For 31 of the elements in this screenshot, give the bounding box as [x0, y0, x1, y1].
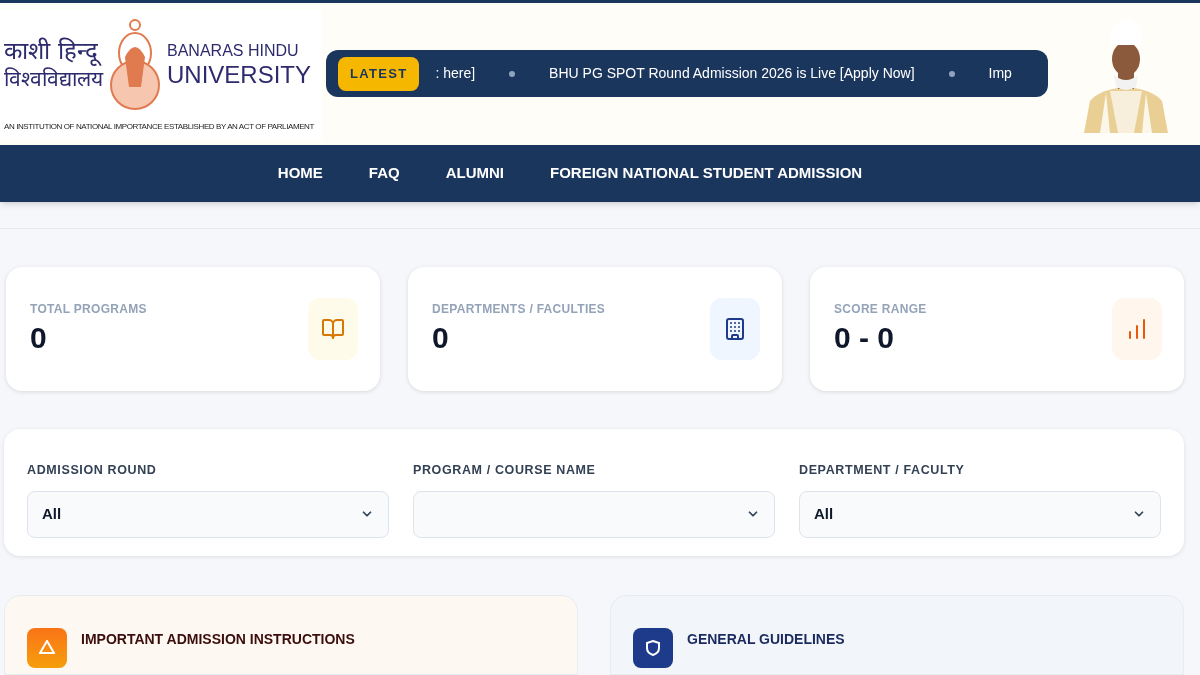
stat-value: 0 — [432, 319, 450, 356]
stat-label: DEPARTMENTS / FACULTIES — [432, 300, 606, 318]
nav-link[interactable]: FAQ — [368, 161, 400, 185]
stat-value: 0 — [30, 319, 48, 356]
card-title: IMPORTANT ADMISSION INSTRUCTIONS — [81, 630, 355, 649]
dropdown-value: All — [814, 503, 834, 524]
stat-value: 0 - 0 — [834, 319, 896, 356]
dropdown-select[interactable]: All — [27, 490, 389, 538]
dropdown-select[interactable]: All — [799, 490, 1161, 538]
latest-badge: LATEST — [338, 57, 420, 91]
warning-icon — [27, 628, 67, 668]
logo-hindi-text: विश्वविद्यालय — [4, 66, 103, 94]
stat-label: TOTAL PROGRAMS — [30, 300, 147, 318]
filter-label: DEPARTMENT / FACULTY — [799, 461, 966, 479]
nav-link[interactable]: FOREIGN NATIONAL STUDENT ADMISSION — [549, 161, 863, 185]
stat-label: SCORE RANGE — [834, 300, 927, 318]
filter-label: ADMISSION ROUND — [27, 461, 158, 479]
nav-link[interactable]: HOME — [277, 161, 323, 185]
logo-english-text: UNIVERSITY — [167, 63, 312, 88]
dropdown-value: All — [42, 503, 62, 524]
logo-tagline: AN INSTITUTION OF NATIONAL IMPORTANCE ESTABLISHED BY AN ACT OF PARLIAMENT — [4, 121, 315, 133]
logo-english-text: BANARAS HINDU — [167, 43, 300, 60]
filter-label: PROGRAM / COURSE NAME — [413, 461, 597, 479]
logo-hindi-text: काशी हिन्दू — [4, 37, 103, 66]
ticker-text[interactable]: BHU PG SPOT Round Admission 2026 is Live [Apply Now] — [549, 63, 915, 85]
card-title: GENERAL GUIDELINES — [687, 630, 845, 649]
shield-icon — [633, 628, 673, 668]
nav-link[interactable]: ALUMNI — [445, 161, 504, 185]
dropdown-select[interactable] — [413, 490, 775, 538]
ticker-text[interactable]: Imp — [988, 63, 1012, 85]
ticker-text[interactable]: : here] — [435, 63, 476, 85]
